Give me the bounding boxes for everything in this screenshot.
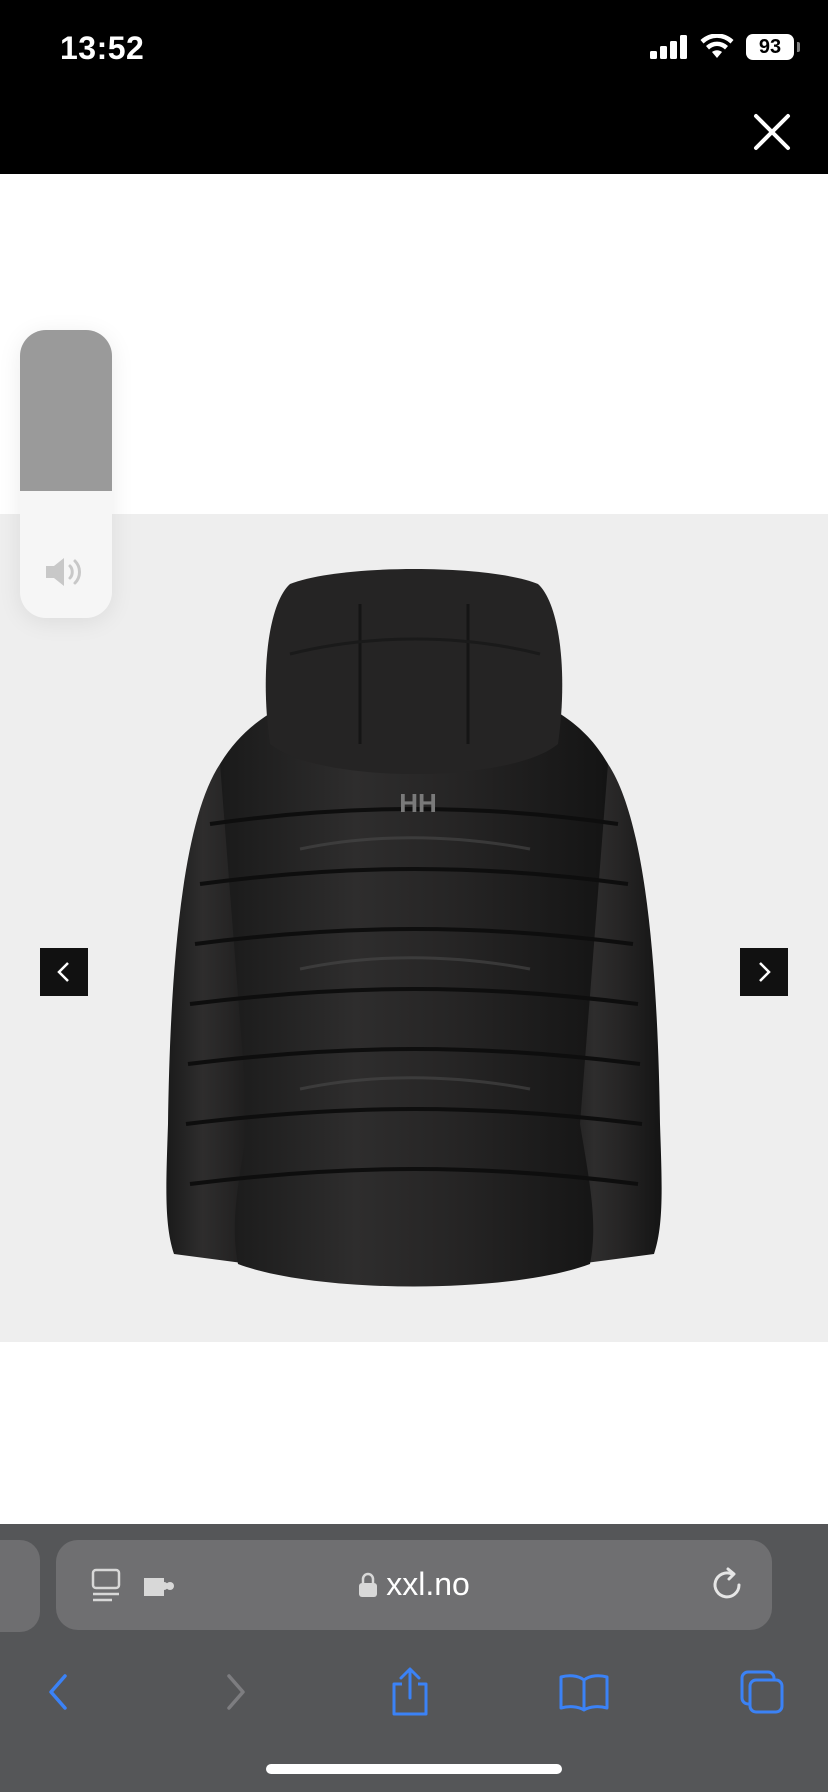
brand-logo: HH xyxy=(399,788,437,818)
gallery-bottom-area xyxy=(0,1342,828,1524)
volume-slider[interactable] xyxy=(20,330,112,618)
lightbox-header: 13:52 93 xyxy=(0,0,828,174)
wifi-icon xyxy=(700,34,734,58)
lock-icon xyxy=(359,1572,378,1597)
next-image-button[interactable] xyxy=(740,948,788,996)
reload-icon[interactable] xyxy=(708,1566,746,1604)
gallery-top-area xyxy=(0,174,828,514)
bookmarks-button[interactable] xyxy=(556,1664,612,1720)
share-button[interactable] xyxy=(382,1664,438,1720)
book-icon xyxy=(559,1674,609,1712)
chevron-back-icon xyxy=(49,1674,67,1710)
chevron-left-icon xyxy=(57,962,69,982)
previous-tab-preview[interactable] xyxy=(0,1540,40,1632)
browser-toolbar xyxy=(0,1654,828,1754)
forward-button[interactable] xyxy=(208,1664,264,1720)
address-bar[interactable]: xxl.no xyxy=(56,1540,772,1630)
product-image-jacket: HH xyxy=(166,569,662,1287)
screen: 13:52 93 HH xxl.no xyxy=(0,0,828,1792)
status-icons: 93 xyxy=(650,34,800,60)
tabs-icon xyxy=(740,1670,784,1714)
browser-chrome: xxl.no xyxy=(0,1524,828,1792)
address-url: xxl.no xyxy=(56,1566,772,1603)
chevron-forward-icon xyxy=(227,1674,245,1710)
chevron-right-icon xyxy=(759,962,771,982)
battery-indicator: 93 xyxy=(746,34,800,60)
speaker-icon xyxy=(46,558,81,586)
volume-level-fill xyxy=(20,330,112,492)
cellular-signal-icon xyxy=(650,35,687,59)
close-icon[interactable] xyxy=(748,108,796,156)
address-domain: xxl.no xyxy=(386,1566,470,1602)
status-time: 13:52 xyxy=(60,30,145,66)
share-icon xyxy=(392,1667,428,1716)
back-button[interactable] xyxy=(30,1664,86,1720)
tabs-button[interactable] xyxy=(734,1664,790,1720)
home-indicator[interactable] xyxy=(266,1764,562,1774)
previous-image-button[interactable] xyxy=(40,948,88,996)
product-image-stage[interactable]: HH xyxy=(0,514,828,1342)
